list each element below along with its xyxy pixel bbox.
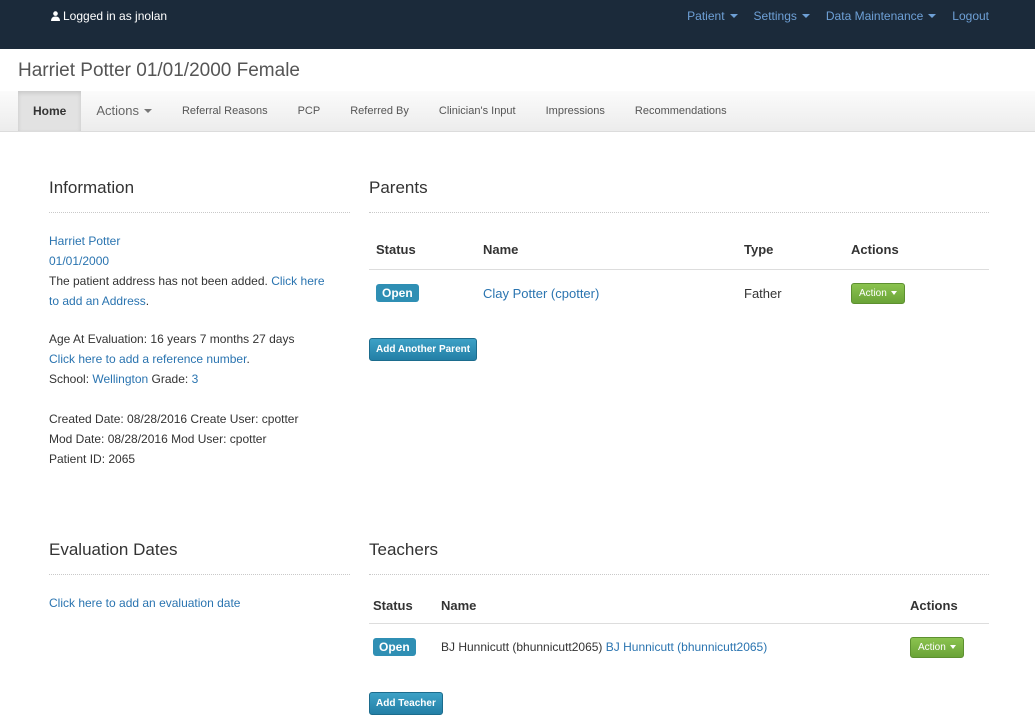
chevron-down-icon — [890, 291, 897, 296]
action-label: Action — [859, 287, 887, 299]
address-missing-text: The patient address has not been added. — [49, 274, 268, 288]
tab-recommendations[interactable]: Recommendations — [620, 91, 742, 131]
nav-data-maintenance-label: Data Maintenance — [825, 9, 924, 23]
school-grade-line: School: Wellington Grade: 3 — [49, 369, 198, 389]
top-navbar: Logged in as jnolan Patient Settings Dat… — [0, 0, 1035, 49]
age-at-evaluation: Age At Evaluation: 16 years 7 months 27 … — [49, 332, 295, 346]
tab-actions-label: Actions — [96, 103, 139, 118]
nav-patient-label: Patient — [687, 9, 725, 23]
information-heading: Information — [49, 178, 135, 197]
page-title: Harriet Potter 01/01/2000 Female — [18, 60, 300, 81]
divider — [369, 212, 989, 213]
address-period: . — [145, 294, 150, 308]
grade-label: Grade: — [151, 372, 189, 386]
logged-in-indicator: Logged in as jnolan — [51, 9, 167, 23]
address-line-2: to add an Address. — [49, 291, 149, 311]
school-label: School: — [49, 372, 90, 386]
add-another-parent-button[interactable]: Add Another Parent — [369, 338, 478, 361]
reference-number-line: Click here to add a reference number. — [49, 349, 250, 369]
add-reference-number-link[interactable]: Click here to add a reference number — [49, 352, 246, 366]
teacher-name-text: BJ Hunnicutt (bhunnicutt2065) — [441, 640, 603, 655]
nav-data-maintenance-menu[interactable]: Data Maintenance — [825, 9, 937, 23]
patient-name-link[interactable]: Harriet Potter — [49, 231, 120, 251]
chevron-down-icon — [928, 14, 937, 18]
parent-name-link[interactable]: Clay Potter (cpotter) — [483, 286, 599, 301]
column-header-actions: Actions — [910, 598, 958, 614]
patient-id: Patient ID: 2065 — [49, 452, 136, 466]
table-row: Open BJ Hunnicutt (bhunnicutt2065) BJ Hu… — [369, 623, 989, 671]
parents-table: Status Name Type Actions Open Clay Potte… — [369, 231, 989, 317]
tab-bar: Home Actions Referral Reasons PCP Referr… — [0, 91, 1035, 132]
table-header-row: Status Name Type Actions — [369, 231, 989, 269]
column-header-name: Name — [483, 242, 519, 258]
column-header-status: Status — [376, 242, 416, 258]
nav-logout-label: Logout — [952, 9, 989, 23]
patient-dob-text[interactable]: 01/01/2000 — [49, 254, 109, 268]
add-address-link-part2[interactable]: to add an Address — [49, 294, 146, 308]
tab-referral-reasons[interactable]: Referral Reasons — [167, 91, 283, 131]
top-nav-menu: Patient Settings Data Maintenance Logout — [671, 9, 989, 23]
chevron-down-icon — [143, 109, 152, 113]
user-icon — [51, 11, 60, 21]
teacher-name-link[interactable]: BJ Hunnicutt (bhunnicutt2065) — [606, 640, 767, 654]
parents-heading: Parents — [369, 178, 428, 197]
add-teacher-button[interactable]: Add Teacher — [369, 692, 443, 715]
table-row: Open Clay Potter (cpotter) Father Action — [369, 269, 989, 317]
add-evaluation-date-link[interactable]: Click here to add an evaluation date — [49, 596, 240, 610]
tab-pcp[interactable]: PCP — [283, 91, 336, 131]
column-header-status: Status — [373, 598, 413, 614]
column-header-actions: Actions — [851, 242, 899, 258]
patient-name-text[interactable]: Harriet Potter — [49, 234, 120, 248]
chevron-down-icon — [949, 645, 956, 650]
add-address-link-part1[interactable]: Click here — [271, 274, 324, 288]
teacher-action-button[interactable]: Action — [910, 636, 964, 658]
nav-patient-menu[interactable]: Patient — [687, 9, 738, 23]
patient-dob-link[interactable]: 01/01/2000 — [49, 251, 109, 271]
address-line: The patient address has not been added. … — [49, 271, 325, 291]
tab-clinicians-input[interactable]: Clinician's Input — [424, 91, 531, 131]
column-header-name: Name — [441, 598, 477, 614]
status-badge: Open — [376, 284, 419, 303]
tab-actions[interactable]: Actions — [81, 91, 167, 131]
logged-in-text: Logged in as jnolan — [63, 9, 168, 23]
action-label: Action — [918, 641, 946, 653]
tab-home[interactable]: Home — [18, 91, 82, 131]
created-info: Created Date: 08/28/2016 Create User: cp… — [49, 412, 299, 426]
tab-referred-by[interactable]: Referred By — [335, 91, 424, 131]
ref-period: . — [246, 352, 250, 366]
divider — [49, 574, 350, 575]
status-badge: Open — [373, 638, 416, 657]
school-link[interactable]: Wellington — [92, 372, 148, 386]
teachers-heading: Teachers — [369, 540, 438, 559]
teachers-table: Status Name Actions Open BJ Hunnicutt (b… — [369, 589, 989, 671]
chevron-down-icon — [801, 14, 810, 18]
table-header-row: Status Name Actions — [369, 589, 989, 623]
add-evaluation-date-line: Click here to add an evaluation date — [49, 593, 240, 613]
chevron-down-icon — [729, 14, 738, 18]
nav-logout-link[interactable]: Logout — [952, 9, 989, 23]
divider — [49, 212, 350, 213]
modified-info: Mod Date: 08/28/2016 Mod User: cpotter — [49, 432, 267, 446]
nav-settings-label: Settings — [753, 9, 797, 23]
nav-settings-menu[interactable]: Settings — [754, 9, 810, 23]
grade-link[interactable]: 3 — [192, 372, 199, 386]
evaluation-dates-heading: Evaluation Dates — [49, 540, 178, 559]
column-header-type: Type — [744, 242, 774, 258]
parent-type: Father — [744, 285, 782, 301]
parent-action-button[interactable]: Action — [851, 282, 905, 304]
divider — [369, 574, 989, 575]
tab-impressions[interactable]: Impressions — [531, 91, 620, 131]
